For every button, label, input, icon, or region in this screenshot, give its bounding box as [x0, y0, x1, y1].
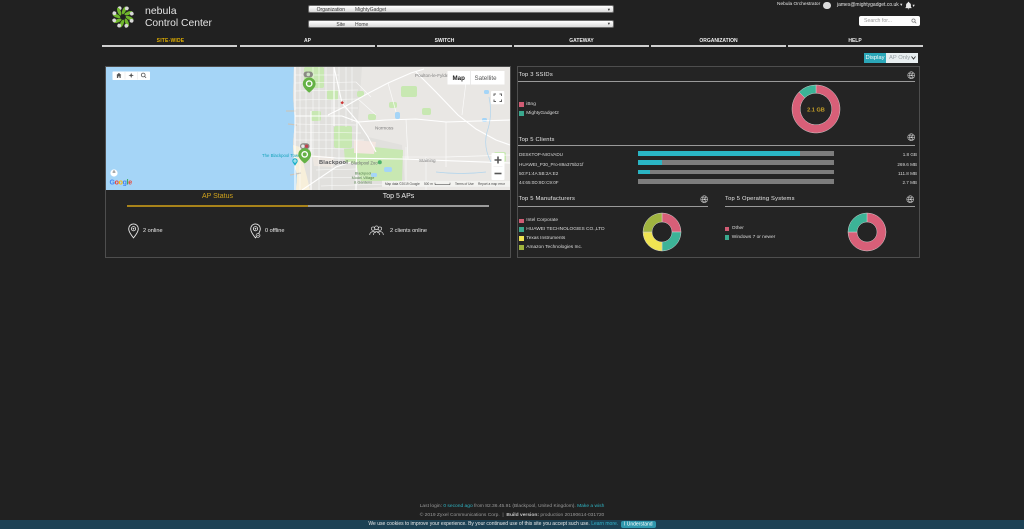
- svg-text:Satellite: Satellite: [475, 75, 498, 82]
- svg-text:Blackpool Zoo: Blackpool Zoo: [351, 161, 378, 166]
- svg-text:Report a map error: Report a map error: [478, 182, 506, 186]
- svg-text:Terms of Use: Terms of Use: [455, 182, 474, 186]
- svg-text:Model Village: Model Village: [352, 176, 375, 180]
- svg-text:& Gardens: & Gardens: [354, 181, 372, 185]
- svg-text:Staining: Staining: [419, 158, 436, 163]
- svg-text:Map: Map: [453, 75, 466, 82]
- svg-text:Blackpool: Blackpool: [355, 172, 372, 176]
- svg-text:The Blackpool Tower: The Blackpool Tower: [262, 153, 302, 158]
- svg-text:2.1 GB: 2.1 GB: [807, 107, 825, 113]
- svg-text:Normoss: Normoss: [375, 126, 394, 131]
- svg-text:Blackpool: Blackpool: [319, 160, 348, 166]
- svg-text:Map data ©2019 Google: Map data ©2019 Google: [385, 182, 420, 186]
- svg-text:Poulton-le-Fylde: Poulton-le-Fylde: [415, 73, 449, 78]
- svg-text:Google: Google: [110, 180, 133, 187]
- svg-text:500 m: 500 m: [424, 182, 433, 186]
